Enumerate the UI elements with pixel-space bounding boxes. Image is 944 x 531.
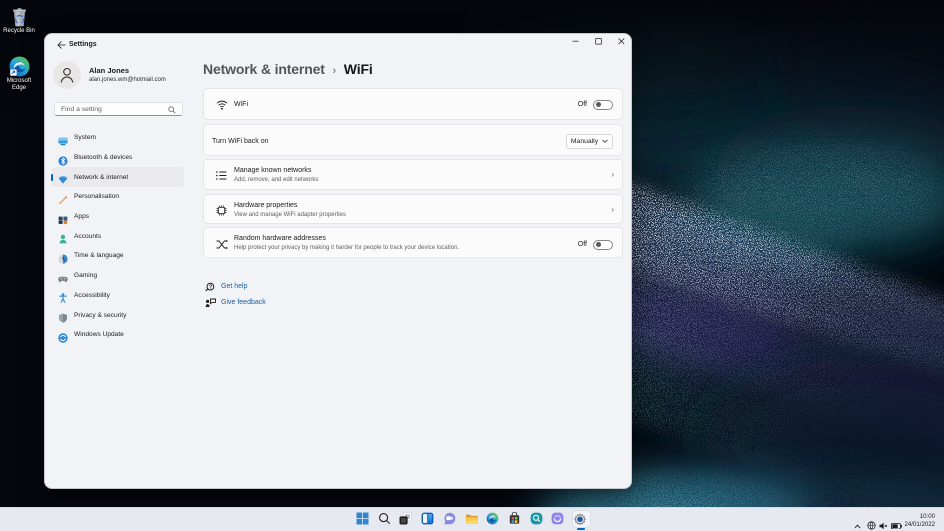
svg-text:?: ? — [209, 284, 212, 290]
